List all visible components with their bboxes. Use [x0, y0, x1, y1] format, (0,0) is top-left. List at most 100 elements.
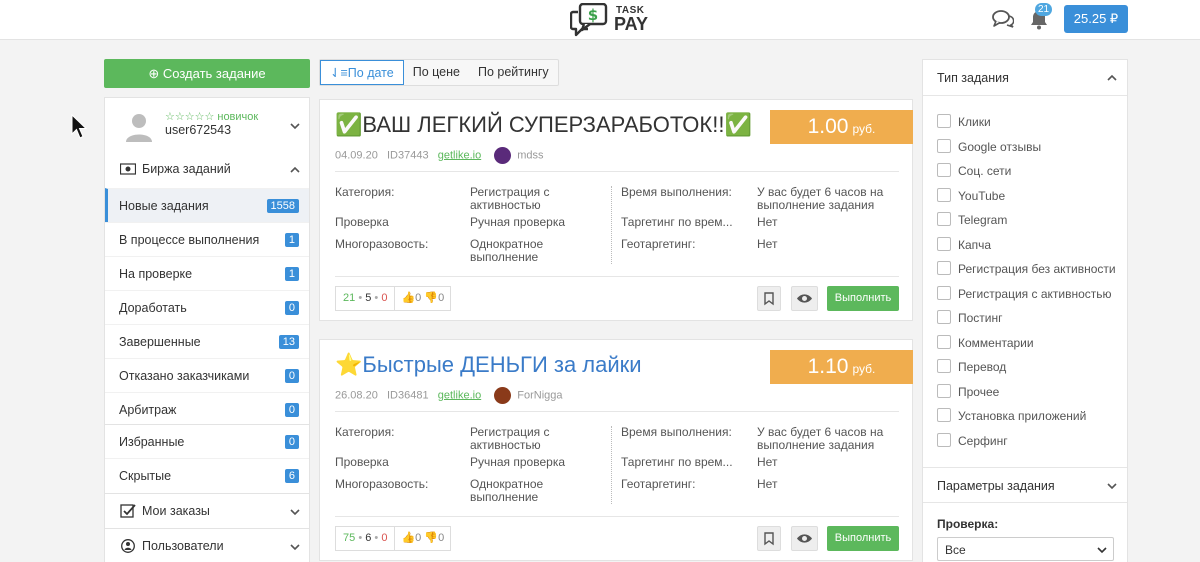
stat-pending: 6 — [365, 532, 372, 544]
check-label: Проверка — [335, 455, 389, 469]
filter-checkbox-app-install[interactable]: Установка приложений — [937, 405, 1141, 425]
task-type-header[interactable]: Тип задания — [923, 60, 1127, 96]
money-icon — [120, 163, 136, 175]
sidebar-item-on-review[interactable]: На проверке 1 — [105, 256, 309, 290]
filter-checkbox-youtube[interactable]: YouTube — [937, 185, 1141, 205]
task-meta: 26.08.20 ID36481 getlike.io ForNigga — [335, 387, 563, 404]
filter-checkbox-reg-activity[interactable]: Регистрация с активностью — [937, 283, 1141, 303]
task-title[interactable]: ✅ВАШ ЛЕГКИЙ СУПЕРЗАРАБОТОК!!✅ — [335, 112, 752, 138]
filter-checkbox-posting[interactable]: Постинг — [937, 307, 1141, 327]
filter-checkbox-surfing[interactable]: Серфинг — [937, 430, 1141, 450]
checkbox[interactable] — [937, 139, 951, 153]
chevron-down-icon — [1097, 547, 1107, 554]
chevron-down-icon[interactable] — [290, 507, 300, 517]
filter-label: Telegram — [958, 213, 1008, 227]
filter-checkbox-transfer[interactable]: Перевод — [937, 356, 1141, 376]
task-author[interactable]: mdss — [517, 149, 543, 161]
task-date: 26.08.20 — [335, 389, 378, 402]
sidebar-item-completed[interactable]: Завершенные 13 — [105, 324, 309, 358]
sidebar-item-rejected[interactable]: Отказано заказчиками 0 — [105, 358, 309, 392]
checkbox[interactable] — [937, 286, 951, 300]
chat-icon[interactable] — [992, 10, 1014, 28]
bookmark-button[interactable] — [757, 286, 781, 311]
sort-by-rating-tab[interactable]: По рейтингу — [469, 60, 558, 85]
sidebar-item-hidden[interactable]: Скрытые 6 — [105, 458, 309, 492]
checkbox[interactable] — [937, 359, 951, 373]
task-exchange-section[interactable]: Биржа заданий — [105, 152, 309, 186]
time-value: У вас будет 6 часов на выполнение задани… — [757, 185, 884, 212]
task-site-link[interactable]: getlike.io — [438, 389, 481, 401]
user-profile[interactable]: ☆☆☆☆☆ новичок user672543 — [105, 98, 309, 152]
filter-label: Серфинг — [958, 434, 1008, 448]
logo-chat-icon: $ — [570, 3, 608, 37]
task-params-header[interactable]: Параметры задания — [923, 467, 1127, 503]
stat-rejected: 0 — [381, 292, 388, 304]
filter-checkbox-google-reviews[interactable]: Google отзывы — [937, 136, 1141, 156]
sidebar-item-favorites[interactable]: Избранные 0 — [105, 424, 309, 458]
sidebar-item-label: Завершенные — [119, 335, 201, 349]
multi-label: Многоразовость: — [335, 237, 429, 251]
checkbox[interactable] — [937, 212, 951, 226]
chevron-down-icon[interactable] — [1107, 481, 1117, 491]
filter-checkbox-other[interactable]: Прочее — [937, 381, 1141, 401]
execute-button[interactable]: Выполнить — [827, 526, 899, 551]
chevron-down-icon[interactable] — [290, 542, 300, 552]
my-orders-section[interactable]: Мои заказы — [105, 493, 309, 527]
sidebar-item-new-tasks[interactable]: Новые задания 1558 — [105, 188, 309, 222]
checkbox[interactable] — [937, 163, 951, 177]
checkbox[interactable] — [937, 335, 951, 349]
checkbox[interactable] — [937, 433, 951, 447]
filter-label: Клики — [958, 115, 991, 129]
multi-value: Однократное выполнение — [470, 477, 544, 504]
stat-rejected: 0 — [381, 532, 388, 544]
sidebar-item-arbitration[interactable]: Арбитраж 0 — [105, 392, 309, 426]
multi-label: Многоразовость: — [335, 477, 429, 491]
checkbox[interactable] — [937, 188, 951, 202]
rating-stats: 👍0 👎0 — [395, 287, 450, 310]
create-task-button[interactable]: ⊕ Создать задание — [104, 59, 310, 88]
task-title[interactable]: ⭐Быстрые ДЕНЬГИ за лайки — [335, 352, 642, 378]
author-avatar[interactable] — [494, 147, 512, 164]
author-avatar[interactable] — [494, 387, 512, 404]
sort-by-price-tab[interactable]: По цене — [404, 60, 469, 85]
category-label: Категория: — [335, 425, 395, 439]
filter-label: Постинг — [958, 311, 1003, 325]
logo[interactable]: $ TASK PAY — [570, 3, 660, 37]
divider — [335, 276, 899, 277]
checkbox[interactable] — [937, 237, 951, 251]
checkbox[interactable] — [937, 114, 951, 128]
likes-count: 0 — [415, 292, 422, 304]
checkbox[interactable] — [937, 310, 951, 324]
task-price-value: 1.00 — [807, 115, 849, 138]
view-button[interactable] — [791, 526, 818, 551]
chevron-up-icon[interactable] — [1107, 73, 1117, 83]
execute-button[interactable]: Выполнить — [827, 286, 899, 311]
checkbox[interactable] — [937, 408, 951, 422]
sidebar-item-count: 0 — [284, 435, 299, 449]
geo-label: Геотаргетинг: — [621, 477, 696, 491]
task-author[interactable]: ForNigga — [517, 389, 562, 401]
task-exchange-label: Биржа заданий — [142, 162, 231, 176]
filter-checkbox-comments[interactable]: Комментарии — [937, 332, 1141, 352]
bookmark-button[interactable] — [757, 526, 781, 551]
users-section[interactable]: Пользователи — [105, 528, 309, 562]
checkbox[interactable] — [937, 384, 951, 398]
sidebar-item-count: 13 — [278, 335, 299, 349]
filter-label: Регистрация без активности — [958, 262, 1116, 276]
sort-by-date-tab[interactable]: ⇃≡По дате — [320, 60, 404, 85]
chevron-up-icon[interactable] — [290, 165, 300, 175]
balance-button[interactable]: 25.25 ₽ — [1064, 5, 1128, 33]
check-filter-select[interactable]: Все — [937, 537, 1114, 561]
view-button[interactable] — [791, 286, 818, 311]
filter-checkbox-social[interactable]: Соц. сети — [937, 160, 1141, 180]
sidebar-item-in-progress[interactable]: В процессе выполнения 1 — [105, 222, 309, 256]
filter-checkbox-telegram[interactable]: Telegram — [937, 209, 1141, 229]
sidebar-item-rework[interactable]: Доработать 0 — [105, 290, 309, 324]
checkbox[interactable] — [937, 261, 951, 275]
task-title-text: Быстрые ДЕНЬГИ за лайки — [362, 352, 642, 377]
filter-checkbox-clicks[interactable]: Клики — [937, 111, 1141, 131]
filter-checkbox-reg-no-activity[interactable]: Регистрация без активности — [937, 258, 1141, 278]
chevron-down-icon[interactable] — [290, 121, 300, 131]
filter-checkbox-captcha[interactable]: Капча — [937, 234, 1141, 254]
task-site-link[interactable]: getlike.io — [438, 149, 481, 161]
